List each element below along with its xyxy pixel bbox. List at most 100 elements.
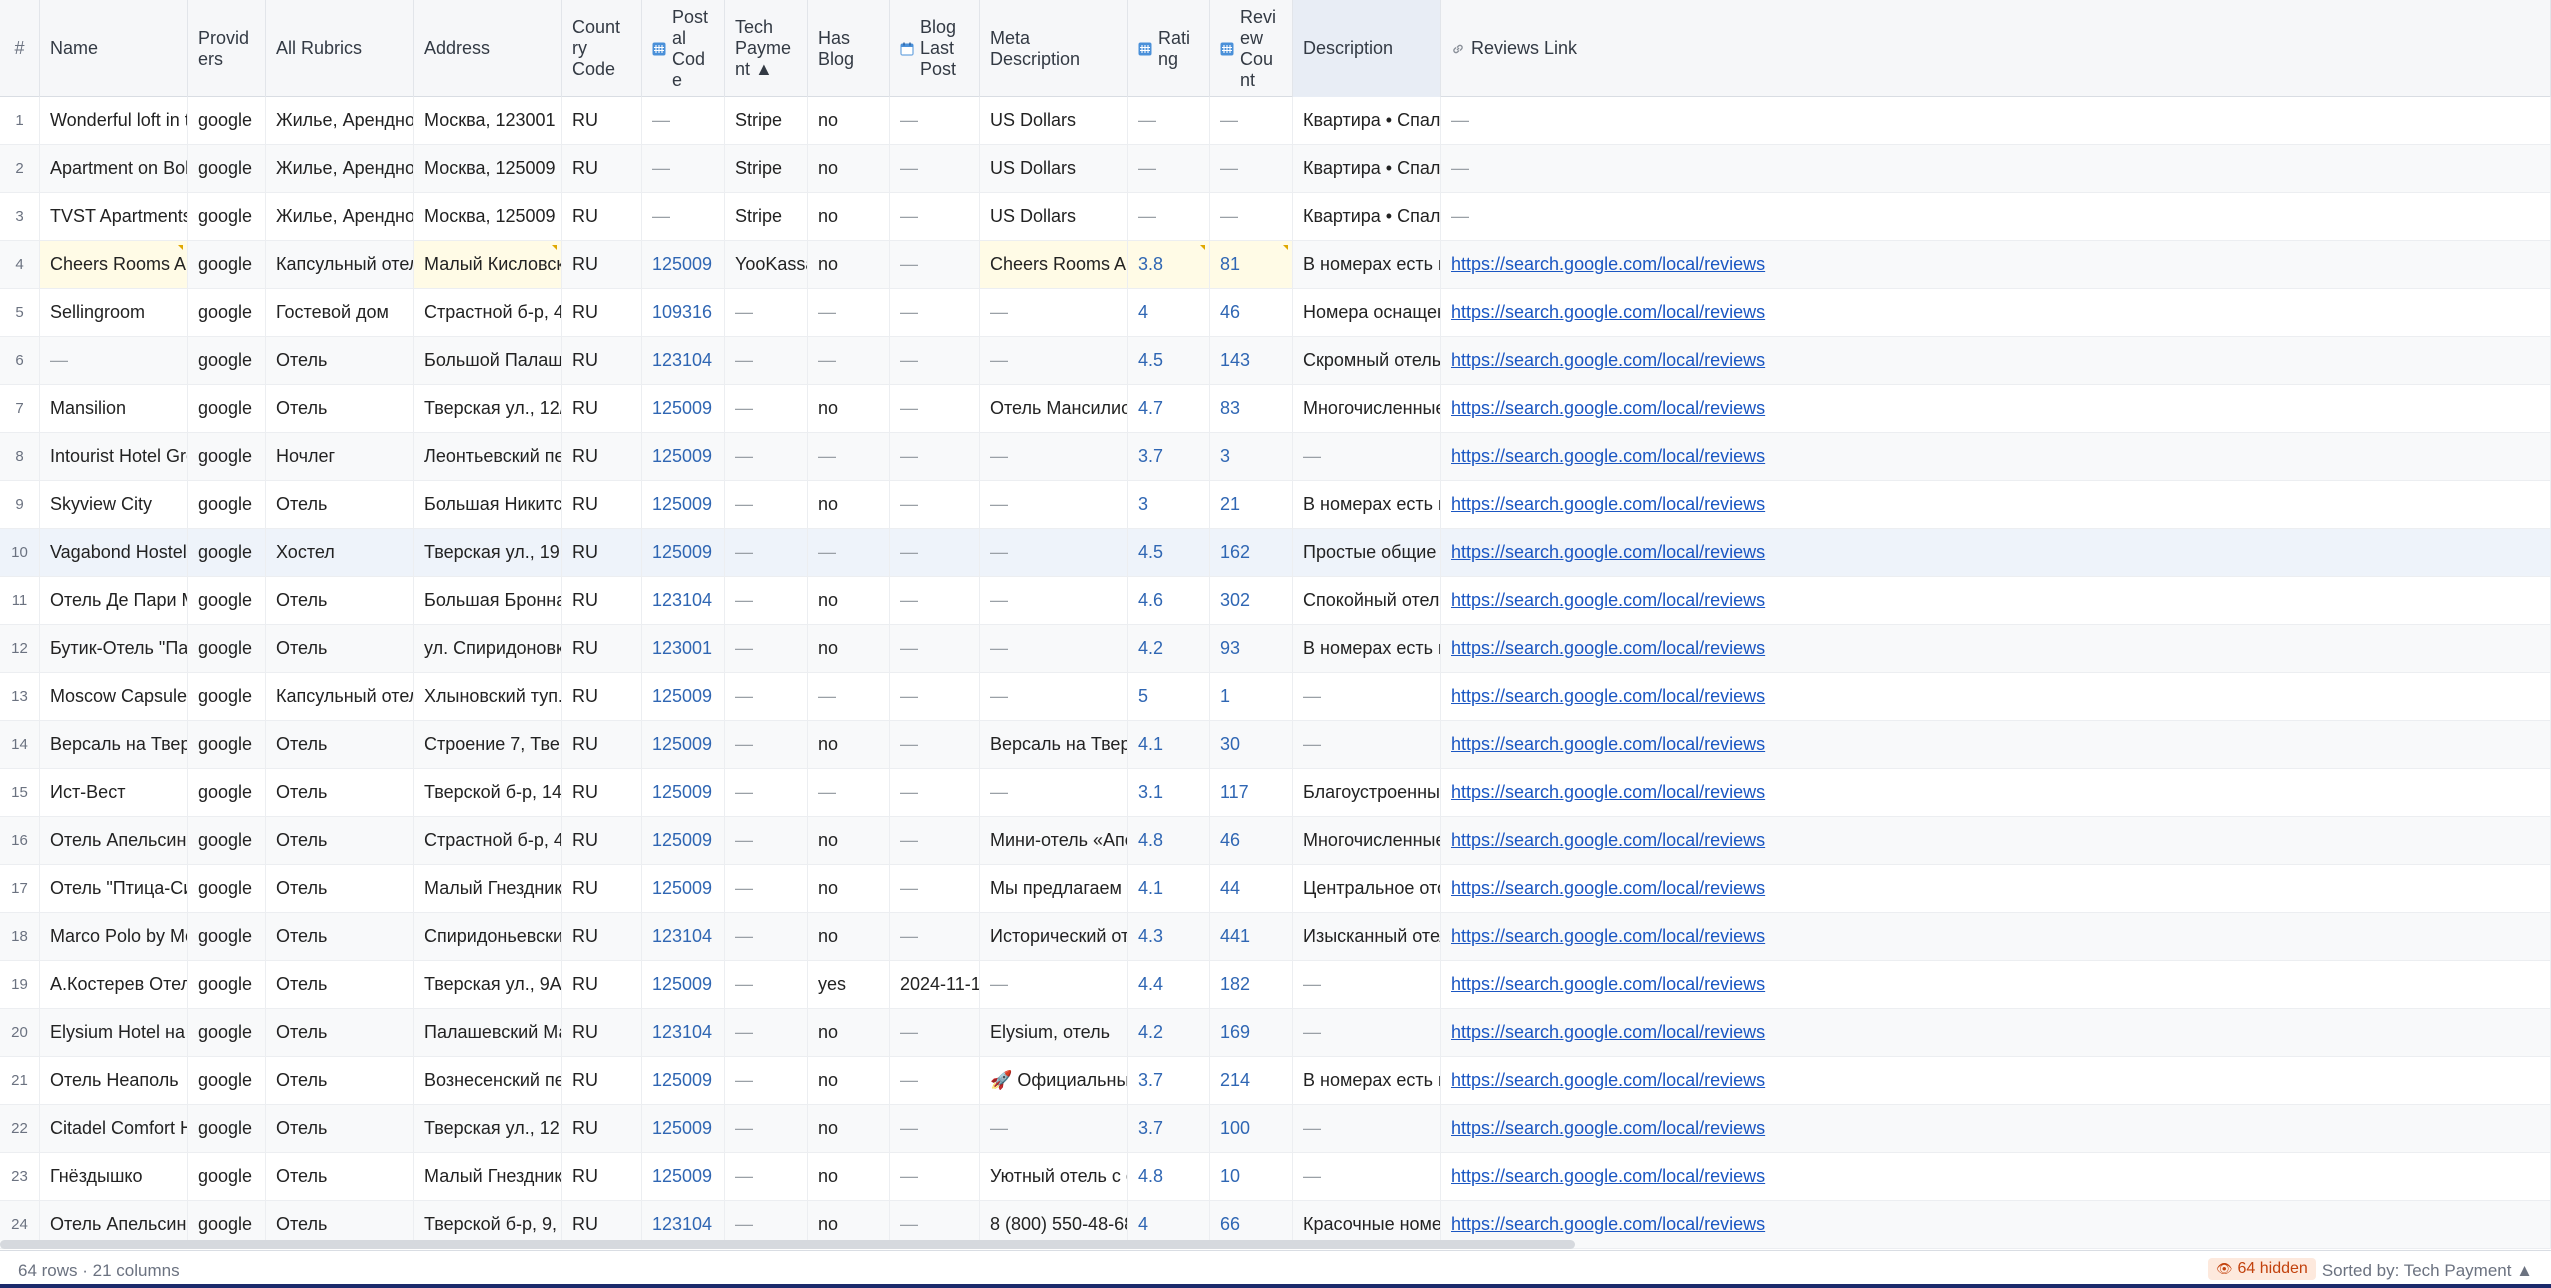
cell-rubrics[interactable]: Жилье, Арендное жильё для отдыха <box>266 193 414 240</box>
cell-blogdate[interactable]: — <box>890 769 980 816</box>
reviews-link[interactable]: https://search.google.com/local/reviews <box>1441 625 2551 672</box>
cell-name[interactable]: Cheers Rooms Arbat <box>40 241 188 288</box>
cell-blogdate[interactable]: — <box>890 865 980 912</box>
cell-name[interactable]: Mansilion <box>40 385 188 432</box>
cell-name[interactable]: TVST Apartments Bolshoy Gnezdnikovsky <box>40 193 188 240</box>
cell-country[interactable]: RU <box>562 625 642 672</box>
cell-country[interactable]: RU <box>562 577 642 624</box>
cell-country[interactable]: RU <box>562 1057 642 1104</box>
cell-postal[interactable]: 125009 <box>642 1105 725 1152</box>
cell-rubrics[interactable]: Жилье, Арендное жильё для отдыха <box>266 145 414 192</box>
cell-desc[interactable]: Скромный отель с номерами <box>1293 337 1441 384</box>
reviews-link[interactable]: https://search.google.com/local/reviews <box>1441 1057 2551 1104</box>
cell-tech[interactable]: — <box>725 289 808 336</box>
table-row[interactable]: 1Wonderful loft in the city centergoogle… <box>0 97 2551 145</box>
cell-meta[interactable]: Cheers Rooms Arbat - многоместные номера <box>980 241 1128 288</box>
cell-rubrics[interactable]: Отель <box>266 865 414 912</box>
cell-providers[interactable]: google <box>188 673 266 720</box>
cell-reviews[interactable]: 117 <box>1210 769 1293 816</box>
reviews-link[interactable]: https://search.google.com/local/reviews <box>1441 769 2551 816</box>
cell-desc[interactable]: — <box>1293 1009 1441 1056</box>
cell-blogdate[interactable]: — <box>890 385 980 432</box>
table-row[interactable]: 15Ист-ВестgoogleОтельТверской б-р, 14 ст… <box>0 769 2551 817</box>
cell-meta[interactable]: — <box>980 769 1128 816</box>
table-row[interactable]: 20Elysium Hotel на ПушкинскойgoogleОтель… <box>0 1009 2551 1057</box>
cell-postal[interactable]: 125009 <box>642 1057 725 1104</box>
cell-address[interactable]: Москва, 125009 <box>414 145 562 192</box>
cell-postal[interactable]: 125009 <box>642 1153 725 1200</box>
reviews-link[interactable]: https://search.google.com/local/reviews <box>1441 385 2551 432</box>
reviews-link[interactable]: https://search.google.com/local/reviews <box>1441 1105 2551 1152</box>
cell-reviews[interactable]: 441 <box>1210 913 1293 960</box>
cell-blog[interactable]: no <box>808 913 890 960</box>
cell-blog[interactable]: — <box>808 529 890 576</box>
cell-reviews[interactable]: 46 <box>1210 289 1293 336</box>
cell-tech[interactable]: — <box>725 769 808 816</box>
cell-blog[interactable]: no <box>808 865 890 912</box>
cell-blog[interactable]: no <box>808 1009 890 1056</box>
cell-name[interactable]: Ист-Вест <box>40 769 188 816</box>
cell-rating[interactable]: 4.6 <box>1128 577 1210 624</box>
cell-rubrics[interactable]: Отель <box>266 1105 414 1152</box>
cell-name[interactable]: Apartment on Bolshoy Gnezdnikovsky <box>40 145 188 192</box>
cell-meta[interactable]: Версаль на Тверской, отель <box>980 721 1128 768</box>
col-header-rating[interactable]: Rati ng <box>1128 0 1210 97</box>
cell-tech[interactable]: YooKassa <box>725 241 808 288</box>
table-row[interactable]: 18Marco Polo by Moss HospitalitygoogleОт… <box>0 913 2551 961</box>
cell-address[interactable]: Большая Бронная ул., 23, стр. 1 <box>414 577 562 624</box>
reviews-link[interactable]: https://search.google.com/local/reviews <box>1441 865 2551 912</box>
cell-address[interactable]: Тверская ул., 9А строение 5, Москва <box>414 961 562 1008</box>
cell-postal[interactable]: 123104 <box>642 913 725 960</box>
table-row[interactable]: 16Отель Апельсин-ЦентрgoogleОтельСтрастн… <box>0 817 2551 865</box>
cell-rubrics[interactable]: Хостел <box>266 529 414 576</box>
cell-blogdate[interactable]: — <box>890 721 980 768</box>
cell-reviews[interactable]: 162 <box>1210 529 1293 576</box>
cell-blog[interactable]: no <box>808 1153 890 1200</box>
cell-blog[interactable]: no <box>808 625 890 672</box>
cell-rating[interactable]: 3.1 <box>1128 769 1210 816</box>
cell-meta[interactable]: Мы предлагаем уютные номера <box>980 865 1128 912</box>
cell-reviews[interactable]: 81 <box>1210 241 1293 288</box>
cell-address[interactable]: Москва, 125009 <box>414 193 562 240</box>
cell-postal[interactable]: — <box>642 193 725 240</box>
cell-rating[interactable]: 3.7 <box>1128 1057 1210 1104</box>
cell-reviews[interactable]: 214 <box>1210 1057 1293 1104</box>
cell-desc[interactable]: Спокойный отель со стильными номерами <box>1293 577 1441 624</box>
cell-blog[interactable]: no <box>808 817 890 864</box>
cell-name[interactable]: Skyview City <box>40 481 188 528</box>
cell-rubrics[interactable]: Отель <box>266 1153 414 1200</box>
cell-rating[interactable]: 5 <box>1128 673 1210 720</box>
cell-tech[interactable]: — <box>725 721 808 768</box>
cell-country[interactable]: RU <box>562 481 642 528</box>
cell-rating[interactable]: 3.8 <box>1128 241 1210 288</box>
cell-blog[interactable]: yes <box>808 961 890 1008</box>
cell-country[interactable]: RU <box>562 721 642 768</box>
reviews-link[interactable]: https://search.google.com/local/reviews <box>1441 481 2551 528</box>
cell-blogdate[interactable]: — <box>890 673 980 720</box>
cell-providers[interactable]: google <box>188 865 266 912</box>
cell-rating[interactable]: — <box>1128 97 1210 144</box>
cell-desc[interactable]: — <box>1293 721 1441 768</box>
cell-tech[interactable]: — <box>725 1009 808 1056</box>
cell-name[interactable]: Citadel Comfort Hotel <box>40 1105 188 1152</box>
cell-providers[interactable]: google <box>188 385 266 432</box>
cell-blog[interactable]: — <box>808 289 890 336</box>
cell-reviews[interactable]: 100 <box>1210 1105 1293 1152</box>
cell-blog[interactable]: no <box>808 1105 890 1152</box>
cell-name[interactable]: Vagabond Hostel <box>40 529 188 576</box>
cell-providers[interactable]: google <box>188 193 266 240</box>
cell-rubrics[interactable]: Жилье, Арендное жильё для отдыха <box>266 97 414 144</box>
cell-address[interactable]: Леонтьевский пер., 10, Москва <box>414 433 562 480</box>
cell-providers[interactable]: google <box>188 433 266 480</box>
reviews-link[interactable]: https://search.google.com/local/reviews <box>1441 529 2551 576</box>
cell-blogdate[interactable]: — <box>890 577 980 624</box>
col-header-blog-last-post[interactable]: Blog Last Post <box>890 0 980 97</box>
cell-postal[interactable]: 125009 <box>642 433 725 480</box>
cell-meta[interactable]: — <box>980 289 1128 336</box>
cell-reviews[interactable]: 30 <box>1210 721 1293 768</box>
cell-postal[interactable]: 125009 <box>642 241 725 288</box>
cell-rating[interactable]: 4.7 <box>1128 385 1210 432</box>
table-row[interactable]: 3TVST Apartments Bolshoy Gnezdnikovskygo… <box>0 193 2551 241</box>
cell-rating[interactable]: — <box>1128 193 1210 240</box>
cell-desc[interactable]: В номерах есть кондиционеры <box>1293 625 1441 672</box>
